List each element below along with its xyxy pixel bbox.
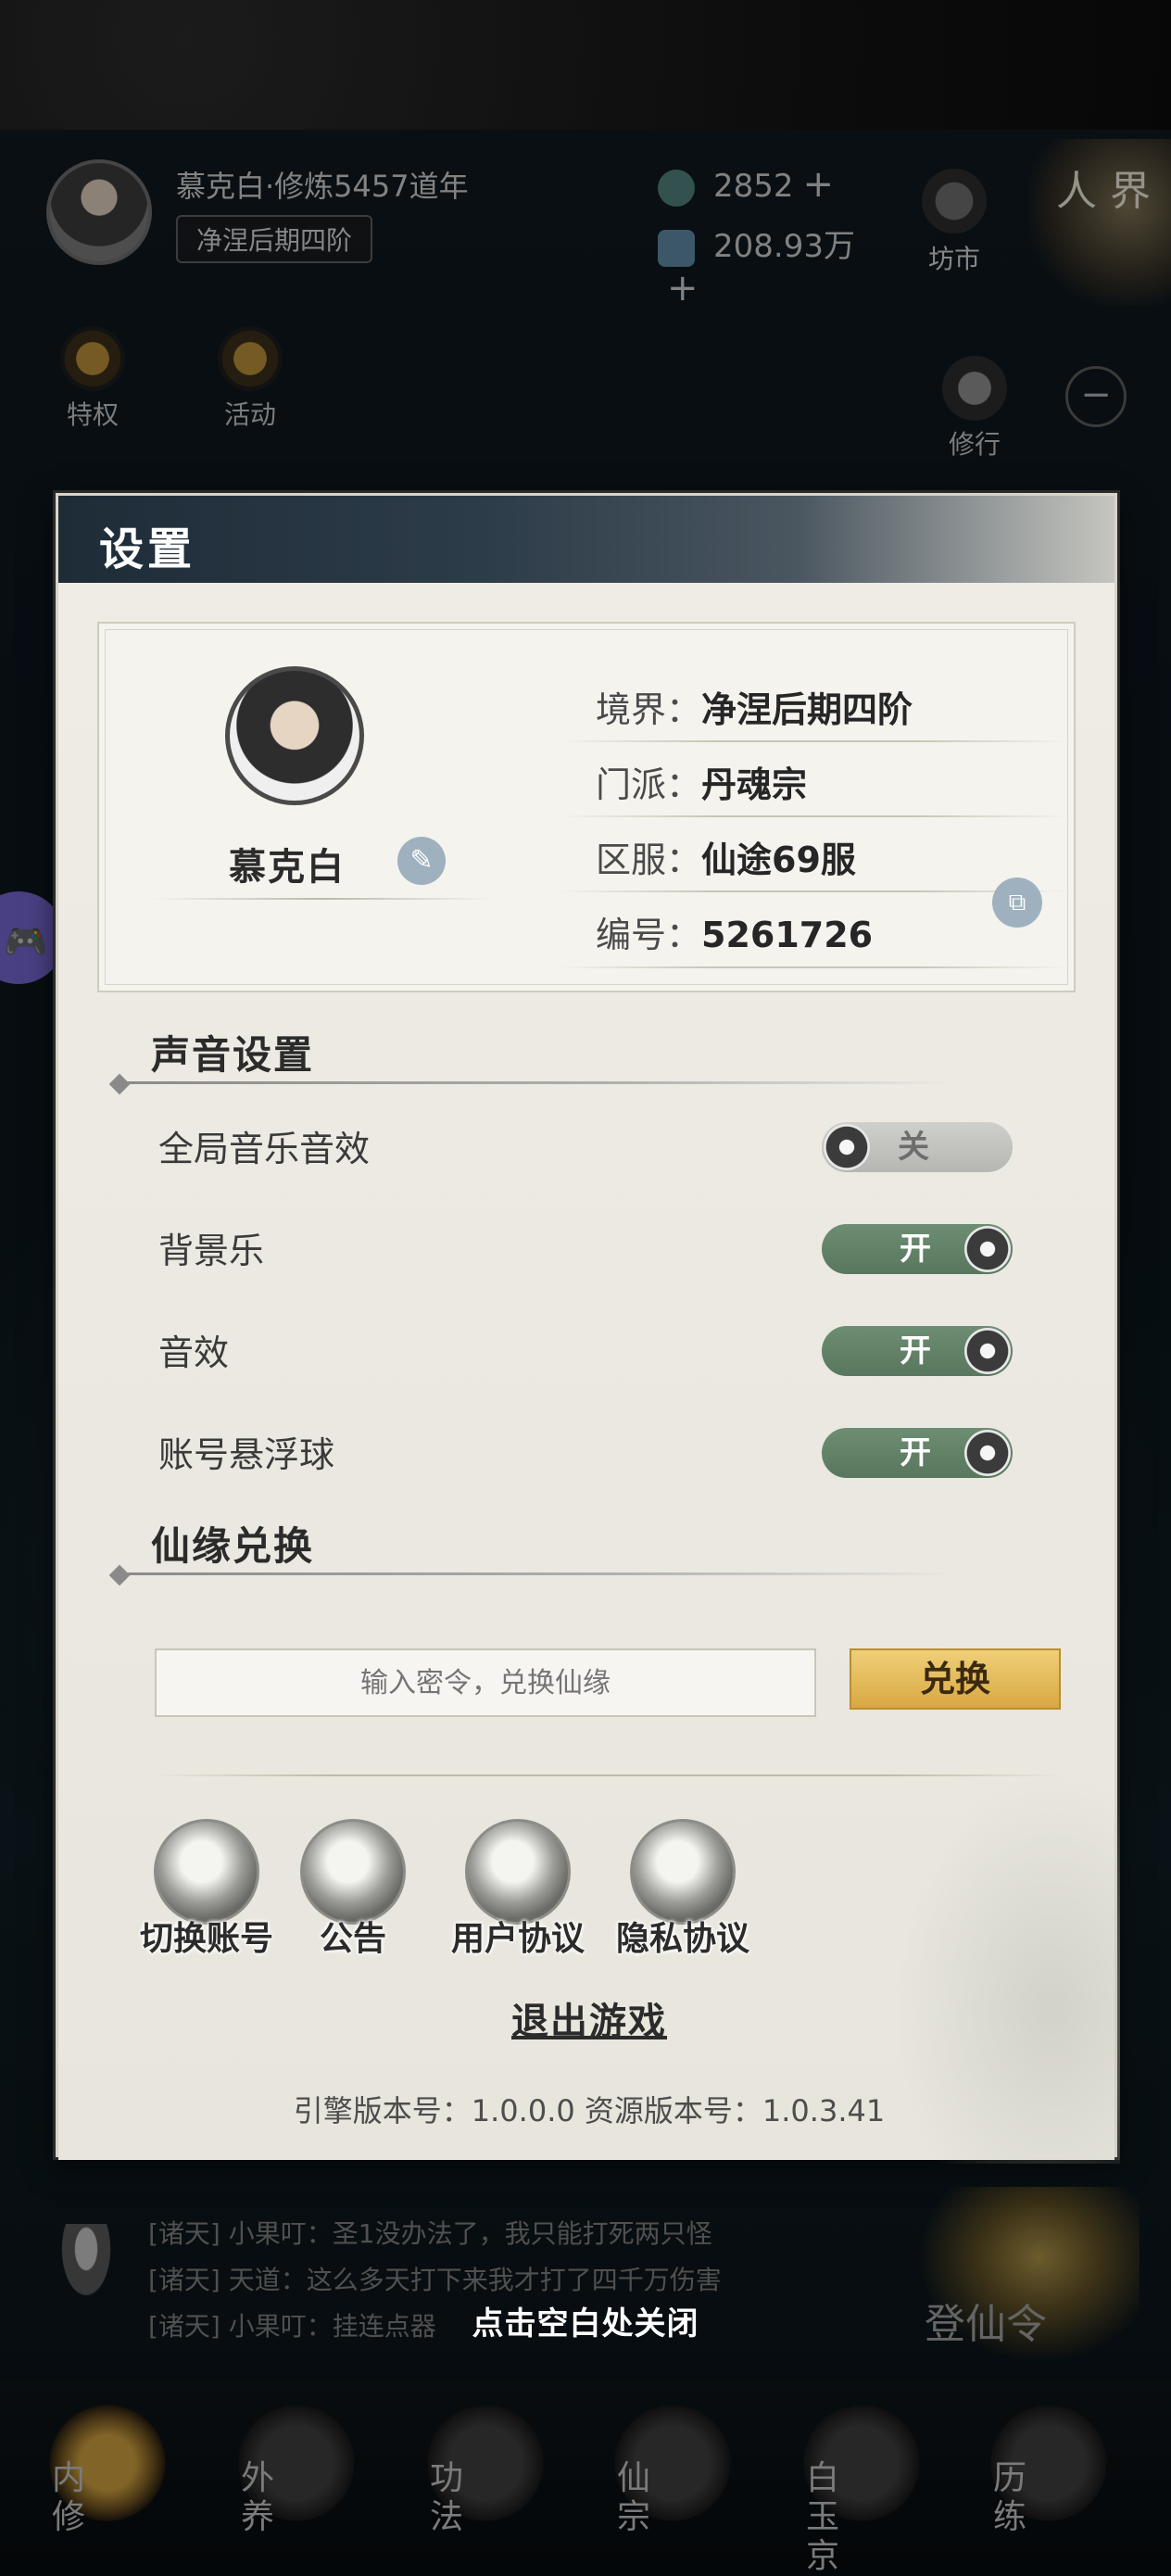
switch-account-button[interactable]: 切换账号: [123, 1819, 290, 1960]
info-value: 仙途69服: [701, 840, 856, 880]
action-label: 切换账号: [139, 1920, 273, 1958]
setting-global-audio-label: 全局音乐音效: [158, 1129, 371, 1169]
info-value: 5261726: [701, 915, 874, 955]
copy-id-icon[interactable]: ⧉: [992, 878, 1042, 928]
taiji-knob-icon: [964, 1226, 1011, 1272]
version-text: 引擎版本号：1.0.0.0 资源版本号：1.0.3.41: [293, 2093, 886, 2128]
setting-float-ball-label: 账号悬浮球: [158, 1434, 335, 1475]
info-divider: [559, 890, 1068, 892]
close-hint: 点击空白处关闭: [472, 2305, 699, 2342]
profile-name: 慕克白: [229, 846, 346, 889]
edit-name-icon[interactable]: ✎: [397, 837, 446, 885]
bgm-toggle[interactable]: 开: [822, 1224, 1013, 1274]
logout-link[interactable]: 退出游戏: [58, 1991, 1120, 2045]
section-line: [120, 1572, 953, 1575]
info-label: 编号：: [596, 915, 702, 955]
setting-sfx-label: 音效: [158, 1332, 230, 1373]
scroll-icon: [300, 1819, 406, 1925]
info-divider: [559, 740, 1068, 742]
book-icon: [630, 1819, 736, 1925]
name-divider: [151, 898, 494, 900]
taiji-knob-icon: [964, 1430, 1011, 1476]
switch-account-icon: [154, 1819, 259, 1925]
user-agreement-button[interactable]: 用户协议: [434, 1819, 601, 1960]
privacy-policy-button[interactable]: 隐私协议: [599, 1819, 766, 1960]
setting-bgm-label: 背景乐: [158, 1231, 265, 1271]
float-ball-toggle[interactable]: 开: [822, 1428, 1013, 1478]
info-label: 区服：: [596, 840, 702, 880]
info-label: 门派：: [596, 764, 702, 805]
toggle-state: 开: [900, 1231, 931, 1268]
section-line: [120, 1081, 953, 1084]
toggle-state: 开: [900, 1434, 931, 1471]
profile-avatar: [225, 666, 364, 805]
announcement-button[interactable]: 公告: [270, 1819, 436, 1960]
global-audio-toggle[interactable]: 关: [822, 1122, 1013, 1172]
dialog-title: 设置: [99, 524, 196, 575]
redeem-button[interactable]: 兑换: [850, 1648, 1061, 1710]
info-label: 境界：: [596, 689, 702, 730]
info-sect: 门派：丹魂宗: [596, 751, 1077, 818]
actions-divider: [155, 1774, 1063, 1776]
info-value: 丹魂宗: [701, 764, 808, 805]
redeem-section-title: 仙缘兑换: [151, 1523, 315, 1569]
agreement-icon: [465, 1819, 571, 1925]
info-divider: [559, 815, 1068, 817]
info-value: 净涅后期四阶: [701, 689, 913, 730]
action-label: 隐私协议: [615, 1920, 749, 1958]
action-label: 用户协议: [450, 1920, 585, 1958]
action-label: 公告: [319, 1920, 386, 1958]
sound-section-title: 声音设置: [151, 1032, 315, 1078]
info-realm: 境界：净涅后期四阶: [596, 676, 1077, 743]
info-divider: [559, 966, 1068, 968]
dialog-header: 设置: [58, 496, 1114, 583]
toggle-state: 关: [898, 1129, 929, 1166]
taiji-knob-icon: [824, 1124, 870, 1170]
taiji-knob-icon: [964, 1328, 1011, 1374]
redeem-code-input[interactable]: [155, 1648, 816, 1717]
toggle-state: 开: [900, 1332, 931, 1370]
sfx-toggle[interactable]: 开: [822, 1326, 1013, 1376]
settings-dialog: 设置 慕克白 ✎ 境界：净涅后期四阶 门派：丹魂宗 区服：仙途69服 编号：52…: [56, 493, 1120, 2164]
